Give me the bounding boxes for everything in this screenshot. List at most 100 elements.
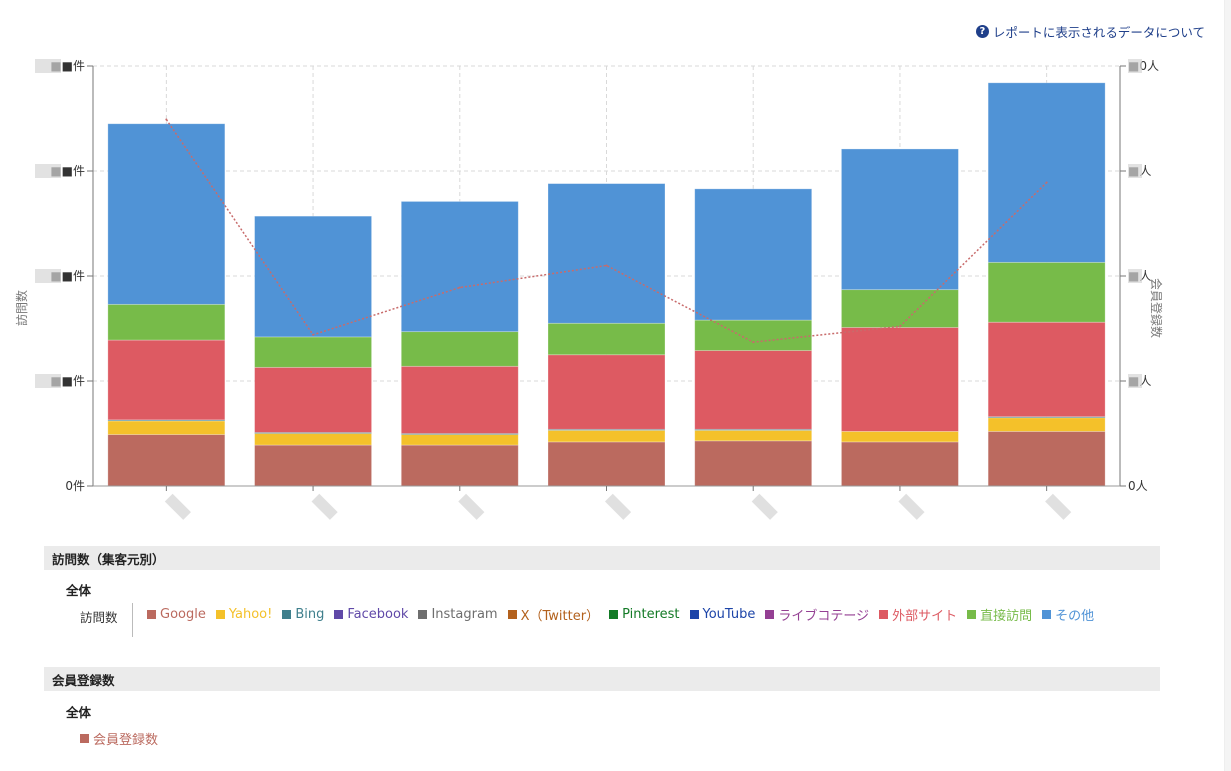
- redacted-value: [1128, 374, 1142, 388]
- legend-swatch: [967, 610, 977, 619]
- legend-item[interactable]: Google: [147, 605, 206, 624]
- legend-label: Facebook: [347, 607, 409, 622]
- bar-segment-google: [694, 440, 813, 487]
- legend-swatch: [765, 610, 775, 619]
- legend-item[interactable]: 直接訪問: [967, 605, 1032, 624]
- legend-label: Instagram: [431, 607, 498, 622]
- legend-label: Pinterest: [622, 607, 680, 622]
- y-tick-label: 0件: [65, 479, 85, 493]
- legend-label: その他: [1055, 609, 1095, 624]
- legend-swatch: [80, 734, 89, 743]
- bar-segment-: [107, 123, 226, 305]
- registrations-group-title: 全体: [66, 705, 92, 720]
- legend-label: 直接訪問: [980, 609, 1033, 624]
- registrations-point: [1045, 181, 1048, 184]
- visits-section-title: 訪問数（集客元別）: [52, 551, 165, 567]
- question-circle-icon: ?: [975, 25, 989, 38]
- help-link-label: レポートに表示されるデータについて: [992, 25, 1205, 40]
- redacted-value: [35, 374, 61, 388]
- bar-segment-: [841, 148, 959, 291]
- legend-item[interactable]: YouTube: [689, 605, 756, 624]
- legend-item[interactable]: Yahoo!: [215, 605, 273, 624]
- bar-segment-google: [107, 434, 226, 487]
- bar-segment-google: [987, 430, 1106, 487]
- bar-segment-: [694, 319, 813, 351]
- visits-legend: Google Yahoo! Bing Facebook Instagram X（Twitt…: [147, 603, 1104, 624]
- registrations-point: [165, 118, 168, 121]
- legend-label: ライブコテージ: [778, 609, 870, 624]
- redacted-value: [1128, 269, 1142, 283]
- bar-segment-google: [400, 444, 519, 487]
- legend-swatch: [879, 610, 889, 619]
- legend-swatch: [334, 610, 344, 619]
- y2-axis-title: 会員登録数: [1149, 278, 1164, 338]
- bar-segment-: [694, 350, 813, 430]
- bar-segment-google: [841, 441, 959, 487]
- redacted-value: [35, 269, 61, 283]
- x-tick-label: ■■: [458, 493, 485, 520]
- redacted-value: [35, 164, 61, 178]
- legend-swatch: [418, 610, 428, 619]
- legend-label: 外部サイト: [892, 609, 958, 624]
- bar-segment-: [547, 322, 666, 356]
- bar-segment-yahoo: [694, 429, 813, 442]
- bar-segment-: [547, 354, 666, 430]
- legend-label: Google: [160, 607, 206, 622]
- redacted-value: [1128, 59, 1142, 73]
- legend-label: YouTube: [702, 607, 756, 622]
- legend-item[interactable]: Instagram: [418, 605, 498, 624]
- report-data-help-link[interactable]: ? レポートに表示されるデータについて: [975, 22, 1205, 41]
- legend-swatch: [689, 610, 699, 619]
- visits-registrations-chart: 0件0人■■件■人■■件■人■■件■人■■件■0人■■■■■■■■■■■■■■ …: [14, 59, 1164, 520]
- bar-segment-: [987, 261, 1106, 323]
- bar-segment-google: [547, 441, 666, 487]
- legend-swatch: [1042, 610, 1052, 619]
- legend-swatch: [609, 610, 619, 619]
- legend-swatch: [147, 610, 156, 619]
- legend-item[interactable]: Facebook: [334, 605, 408, 624]
- registrations-section-header: 会員登録数: [44, 667, 1160, 691]
- redacted-value: [35, 59, 61, 73]
- legend-item[interactable]: Bing: [282, 605, 324, 624]
- legend-item[interactable]: ライブコテージ: [765, 605, 869, 624]
- bar-segment-google: [254, 444, 372, 487]
- legend-label: Bing: [295, 607, 325, 622]
- legend-divider: [132, 603, 133, 637]
- legend-swatch: [507, 610, 517, 619]
- legend-item[interactable]: X（Twitter）: [507, 605, 600, 624]
- legend-swatch: [215, 610, 225, 619]
- registrations-point: [312, 333, 315, 336]
- y-axis-title: 訪問数: [14, 290, 29, 326]
- x-tick-label: ■■: [604, 493, 632, 520]
- bar-segment-yahoo: [987, 417, 1106, 432]
- legend-item-registrations[interactable]: 会員登録数: [80, 729, 158, 748]
- legend-swatch: [282, 610, 292, 619]
- bar-segment-: [107, 303, 226, 341]
- visits-legend-row-label: 訪問数: [80, 610, 118, 625]
- bar-segment-: [400, 201, 519, 333]
- bar-segment-: [694, 188, 813, 321]
- legend-item[interactable]: Pinterest: [609, 605, 680, 624]
- bar-segment-: [987, 321, 1106, 418]
- registrations-section-title: 会員登録数: [52, 672, 115, 688]
- legend-label: Yahoo!: [228, 607, 273, 622]
- x-tick-label: ■■: [898, 493, 925, 520]
- bar-segment-yahoo: [841, 430, 959, 443]
- registrations-point: [458, 286, 461, 289]
- legend-item[interactable]: その他: [1042, 605, 1094, 624]
- registrations-point: [605, 264, 608, 267]
- bar-segment-yahoo: [254, 433, 372, 446]
- legend-label: X（Twitter）: [520, 609, 600, 624]
- x-tick-label: ■■: [751, 493, 778, 520]
- bar-segment-yahoo: [400, 434, 519, 446]
- bar-segment-: [987, 82, 1106, 263]
- bar-segment-: [254, 336, 372, 368]
- bar-segment-yahoo: [547, 429, 666, 443]
- visits-group-title: 全体: [66, 583, 92, 598]
- legend-item[interactable]: 外部サイト: [879, 605, 957, 624]
- bar-segment-: [841, 327, 959, 432]
- bar-segment-: [107, 339, 226, 421]
- registrations-point: [752, 341, 755, 344]
- redacted-value: [1128, 164, 1142, 178]
- bar-segment-: [841, 289, 959, 328]
